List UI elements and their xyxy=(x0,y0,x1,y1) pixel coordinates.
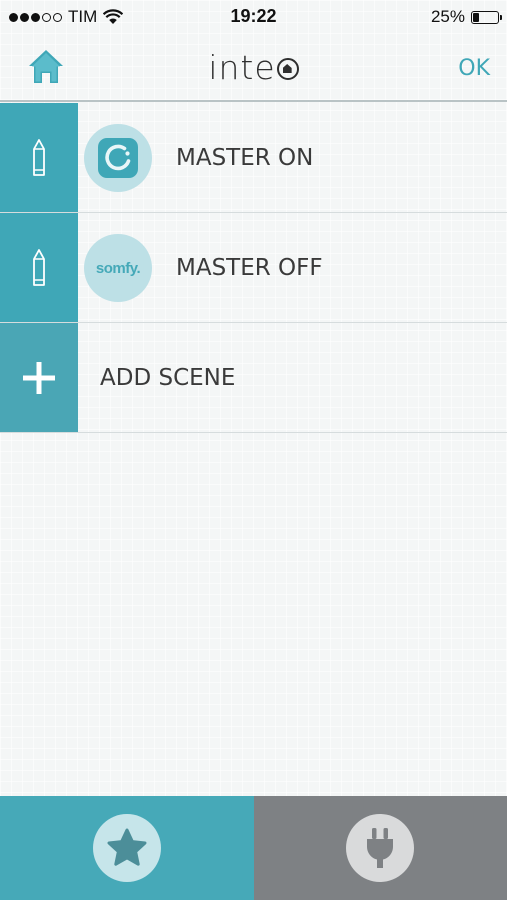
edit-scene-button[interactable] xyxy=(0,103,78,212)
plug-icon xyxy=(367,828,394,868)
scene-list: MASTER ON somfy. MASTER OFF ADD SCENE xyxy=(0,103,507,433)
add-scene-button[interactable] xyxy=(0,323,78,432)
devices-circle xyxy=(346,814,415,882)
app-logo: inte xyxy=(0,48,507,87)
scene-label: MASTER ON xyxy=(176,144,314,171)
edit-scene-button[interactable] xyxy=(0,213,78,322)
scene-row-master-off[interactable]: somfy. MASTER OFF xyxy=(0,213,507,323)
add-scene-row[interactable]: ADD SCENE xyxy=(0,323,507,433)
somfy-logo-icon: somfy. xyxy=(84,234,152,302)
pencil-icon xyxy=(33,138,45,176)
scene-symbol-icon xyxy=(98,138,138,178)
status-right: 25% xyxy=(430,7,502,27)
status-bar: TIM 19:22 25% xyxy=(0,0,507,36)
app-header: inte OK xyxy=(0,36,507,100)
scene-icon xyxy=(84,124,152,192)
bottom-tab-bar xyxy=(0,796,507,900)
scene-label: MASTER OFF xyxy=(176,254,323,281)
logo-text: inte xyxy=(208,48,276,87)
battery-level-fill xyxy=(473,12,479,22)
add-scene-label: ADD SCENE xyxy=(100,364,236,391)
tab-favorites[interactable] xyxy=(0,796,254,900)
plus-icon xyxy=(23,361,55,394)
ok-button[interactable]: OK xyxy=(458,56,490,81)
logo-house-icon xyxy=(276,58,299,80)
battery-percent: 25% xyxy=(430,7,465,26)
battery-icon xyxy=(471,10,502,24)
favorites-circle xyxy=(92,814,161,882)
scene-row-master-on[interactable]: MASTER ON xyxy=(0,103,507,213)
somfy-logo-text: somfy. xyxy=(95,259,141,277)
pencil-icon xyxy=(33,248,45,286)
header-divider xyxy=(0,100,507,102)
tab-devices[interactable] xyxy=(253,796,507,900)
star-icon xyxy=(107,828,147,866)
